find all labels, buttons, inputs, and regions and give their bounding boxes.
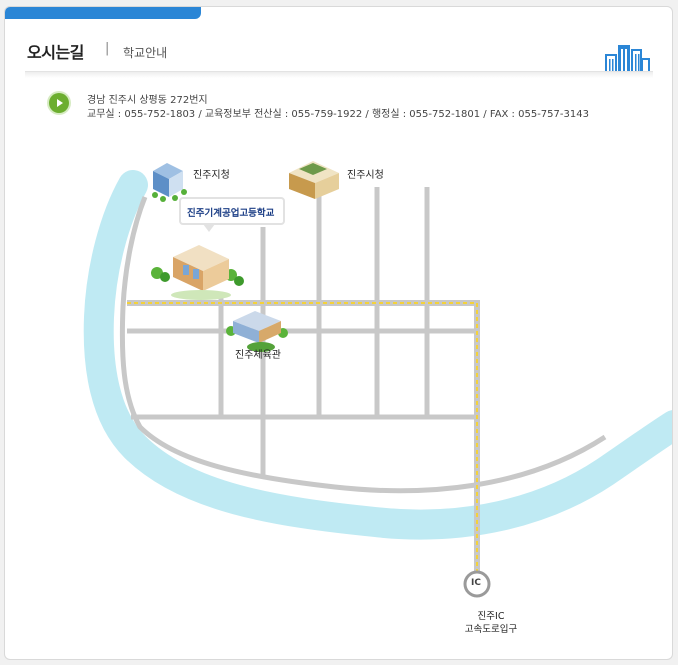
label-jinju-branch: 진주지청 (193, 170, 230, 181)
location-map (83, 161, 672, 598)
ic-label: 진주IC 고속도로입구 (461, 610, 521, 636)
content-card: 오시는길 | 학교안내 경남 진주시 상평동 272번지 교무실 : 055-7… (4, 6, 673, 660)
river-bank-road (119, 196, 607, 494)
label-school: 진주기계공업고등학교 (187, 208, 275, 219)
ic-badge-text: IC (471, 578, 481, 588)
label-gym: 진주체육관 (235, 350, 281, 361)
ic-label-line1: 진주IC (477, 611, 505, 622)
ic-label-line2: 고속도로입구 (464, 624, 518, 635)
label-city-hall: 진주시청 (347, 170, 384, 181)
building-city-hall (289, 161, 339, 199)
river (83, 170, 672, 540)
building-school (151, 245, 244, 300)
school-callout: 진주기계공업고등학교 (179, 197, 285, 232)
